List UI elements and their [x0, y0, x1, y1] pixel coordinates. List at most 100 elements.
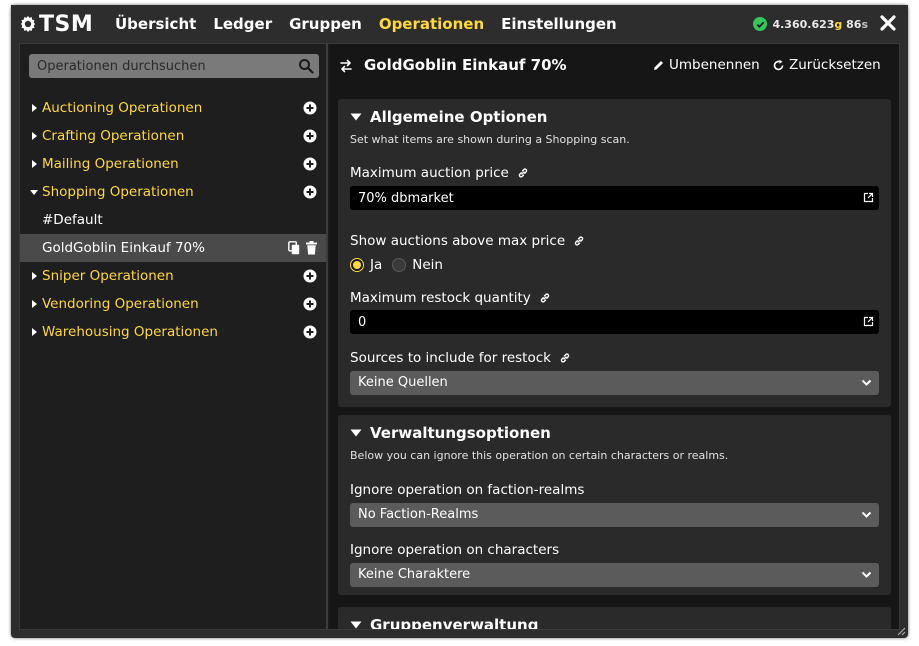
tree-item-crafting[interactable]: Crafting Operationen	[20, 122, 326, 150]
group-management-section: Gruppenverwaltung	[338, 607, 891, 630]
tree-item-goldgoblin[interactable]: GoldGoblin Einkauf 70%	[20, 234, 326, 262]
add-operation-icon[interactable]	[303, 129, 317, 143]
sources-dropdown[interactable]: Keine Quellen	[350, 371, 879, 395]
tree-item-default[interactable]: #Default	[20, 206, 326, 234]
show-above-label: Show auctions above max price	[350, 233, 585, 249]
radio-no[interactable]: Nein	[392, 257, 443, 273]
trash-icon[interactable]	[306, 241, 317, 255]
caret-right-icon	[32, 272, 37, 280]
caret-right-icon	[32, 104, 37, 112]
expand-editor-icon[interactable]	[863, 192, 874, 203]
tree-item-label: Shopping Operationen	[42, 184, 194, 200]
tree-item-label: Auctioning Operationen	[42, 100, 203, 116]
nav-ledger[interactable]: Ledger	[213, 14, 272, 34]
caret-right-icon	[32, 300, 37, 308]
top-bar: TSM Übersicht Ledger Gruppen Operationen…	[11, 5, 908, 43]
nav-groups[interactable]: Gruppen	[289, 14, 362, 34]
search-icon[interactable]	[298, 58, 314, 74]
add-operation-icon[interactable]	[303, 325, 317, 339]
radio-yes[interactable]: Ja	[350, 257, 382, 273]
radio-no-label: Nein	[412, 257, 443, 273]
faction-realms-dropdown[interactable]: No Faction-Realms	[350, 503, 879, 527]
collapse-arrow-icon	[350, 621, 362, 629]
add-operation-icon[interactable]	[303, 297, 317, 311]
link-icon[interactable]	[559, 352, 571, 364]
search-input[interactable]	[29, 54, 291, 78]
section-description: Below you can ignore this operation on c…	[350, 449, 729, 462]
chevron-down-icon	[861, 379, 872, 386]
tree-item-auctioning[interactable]: Auctioning Operationen	[20, 94, 326, 122]
add-operation-icon[interactable]	[303, 269, 317, 283]
tsm-logo: TSM	[19, 12, 93, 37]
duplicate-icon[interactable]	[288, 241, 300, 255]
management-options-header[interactable]: Verwaltungsoptionen	[350, 424, 551, 442]
tree-item-label: GoldGoblin Einkauf 70%	[42, 240, 205, 256]
tree-item-warehousing[interactable]: Warehousing Operationen	[20, 318, 326, 346]
tree-item-label: Crafting Operationen	[42, 128, 185, 144]
tree-item-shopping[interactable]: Shopping Operationen	[20, 178, 326, 206]
tree-item-mailing[interactable]: Mailing Operationen	[20, 150, 326, 178]
restock-input[interactable]	[350, 310, 850, 334]
chevron-down-icon	[861, 511, 872, 518]
caret-right-icon	[32, 328, 37, 336]
operations-sidebar: Auctioning Operationen Crafting Operatio…	[20, 44, 328, 629]
tsm-window: TSM Übersicht Ledger Gruppen Operationen…	[11, 5, 908, 638]
radio-yes-label: Ja	[370, 257, 383, 273]
expand-editor-icon[interactable]	[863, 316, 874, 327]
section-title: Verwaltungsoptionen	[370, 424, 551, 442]
check-icon	[753, 17, 768, 31]
tree-item-label: Mailing Operationen	[42, 156, 179, 172]
link-icon[interactable]	[573, 235, 585, 247]
max-price-label: Maximum auction price	[350, 165, 529, 181]
reset-label: Zurücksetzen	[789, 57, 881, 73]
restock-label: Maximum restock quantity	[350, 290, 551, 306]
general-options-section: Allgemeine Optionen Set what items are s…	[338, 99, 891, 407]
add-operation-icon[interactable]	[303, 157, 317, 171]
gold-amount: 4.360.623g 86s	[772, 17, 868, 31]
tree-item-vendoring[interactable]: Vendoring Operationen	[20, 290, 326, 318]
nav-settings[interactable]: Einstellungen	[501, 14, 617, 34]
content-area: Auctioning Operationen Crafting Operatio…	[19, 43, 900, 630]
nav-operations[interactable]: Operationen	[379, 14, 484, 34]
tree-item-label: Warehousing Operationen	[42, 324, 218, 340]
general-options-header[interactable]: Allgemeine Optionen	[350, 108, 547, 126]
characters-label: Ignore operation on characters	[350, 542, 560, 558]
max-price-field[interactable]	[350, 186, 879, 210]
swap-arrows-icon	[340, 59, 352, 73]
reset-button[interactable]: Zurücksetzen	[772, 57, 881, 73]
management-options-section: Verwaltungsoptionen Below you can ignore…	[338, 415, 891, 595]
operation-detail-panel: GoldGoblin Einkauf 70% Umbenennen Zurück…	[330, 44, 899, 630]
add-operation-icon[interactable]	[303, 101, 317, 115]
max-price-input[interactable]	[350, 186, 850, 210]
show-above-radio-group: Ja Nein	[350, 257, 443, 273]
radio-empty-dot	[392, 258, 407, 272]
caret-right-icon	[32, 132, 37, 140]
add-operation-icon[interactable]	[303, 185, 317, 199]
link-icon[interactable]	[517, 167, 529, 179]
characters-value: Keine Charaktere	[358, 567, 471, 582]
close-icon[interactable]	[878, 13, 898, 33]
group-management-header[interactable]: Gruppenverwaltung	[350, 616, 539, 630]
section-description: Set what items are shown during a Shoppi…	[350, 133, 630, 146]
tree-item-label: Sniper Operationen	[42, 268, 174, 284]
pencil-icon	[654, 60, 663, 70]
operations-tree: Auctioning Operationen Crafting Operatio…	[20, 94, 326, 346]
rename-button[interactable]: Umbenennen	[652, 57, 760, 73]
sources-value: Keine Quellen	[358, 375, 448, 390]
section-title: Gruppenverwaltung	[370, 616, 539, 630]
radio-selected-dot	[350, 258, 364, 272]
caret-right-icon	[32, 160, 37, 168]
resize-grip-icon[interactable]	[896, 626, 906, 636]
tree-item-label: Vendoring Operationen	[42, 296, 199, 312]
characters-dropdown[interactable]: Keine Charaktere	[350, 563, 879, 587]
tree-item-sniper[interactable]: Sniper Operationen	[20, 262, 326, 290]
operation-header: GoldGoblin Einkauf 70% Umbenennen Zurück…	[330, 44, 899, 88]
restock-field[interactable]	[350, 310, 879, 334]
nav-overview[interactable]: Übersicht	[115, 14, 196, 34]
link-icon[interactable]	[539, 292, 551, 304]
collapse-arrow-icon	[350, 113, 362, 121]
reset-icon	[773, 59, 784, 70]
gold-display: 4.360.623g 86s	[753, 17, 868, 31]
faction-realms-label: Ignore operation on faction-realms	[350, 482, 585, 498]
caret-down-icon	[30, 190, 38, 195]
